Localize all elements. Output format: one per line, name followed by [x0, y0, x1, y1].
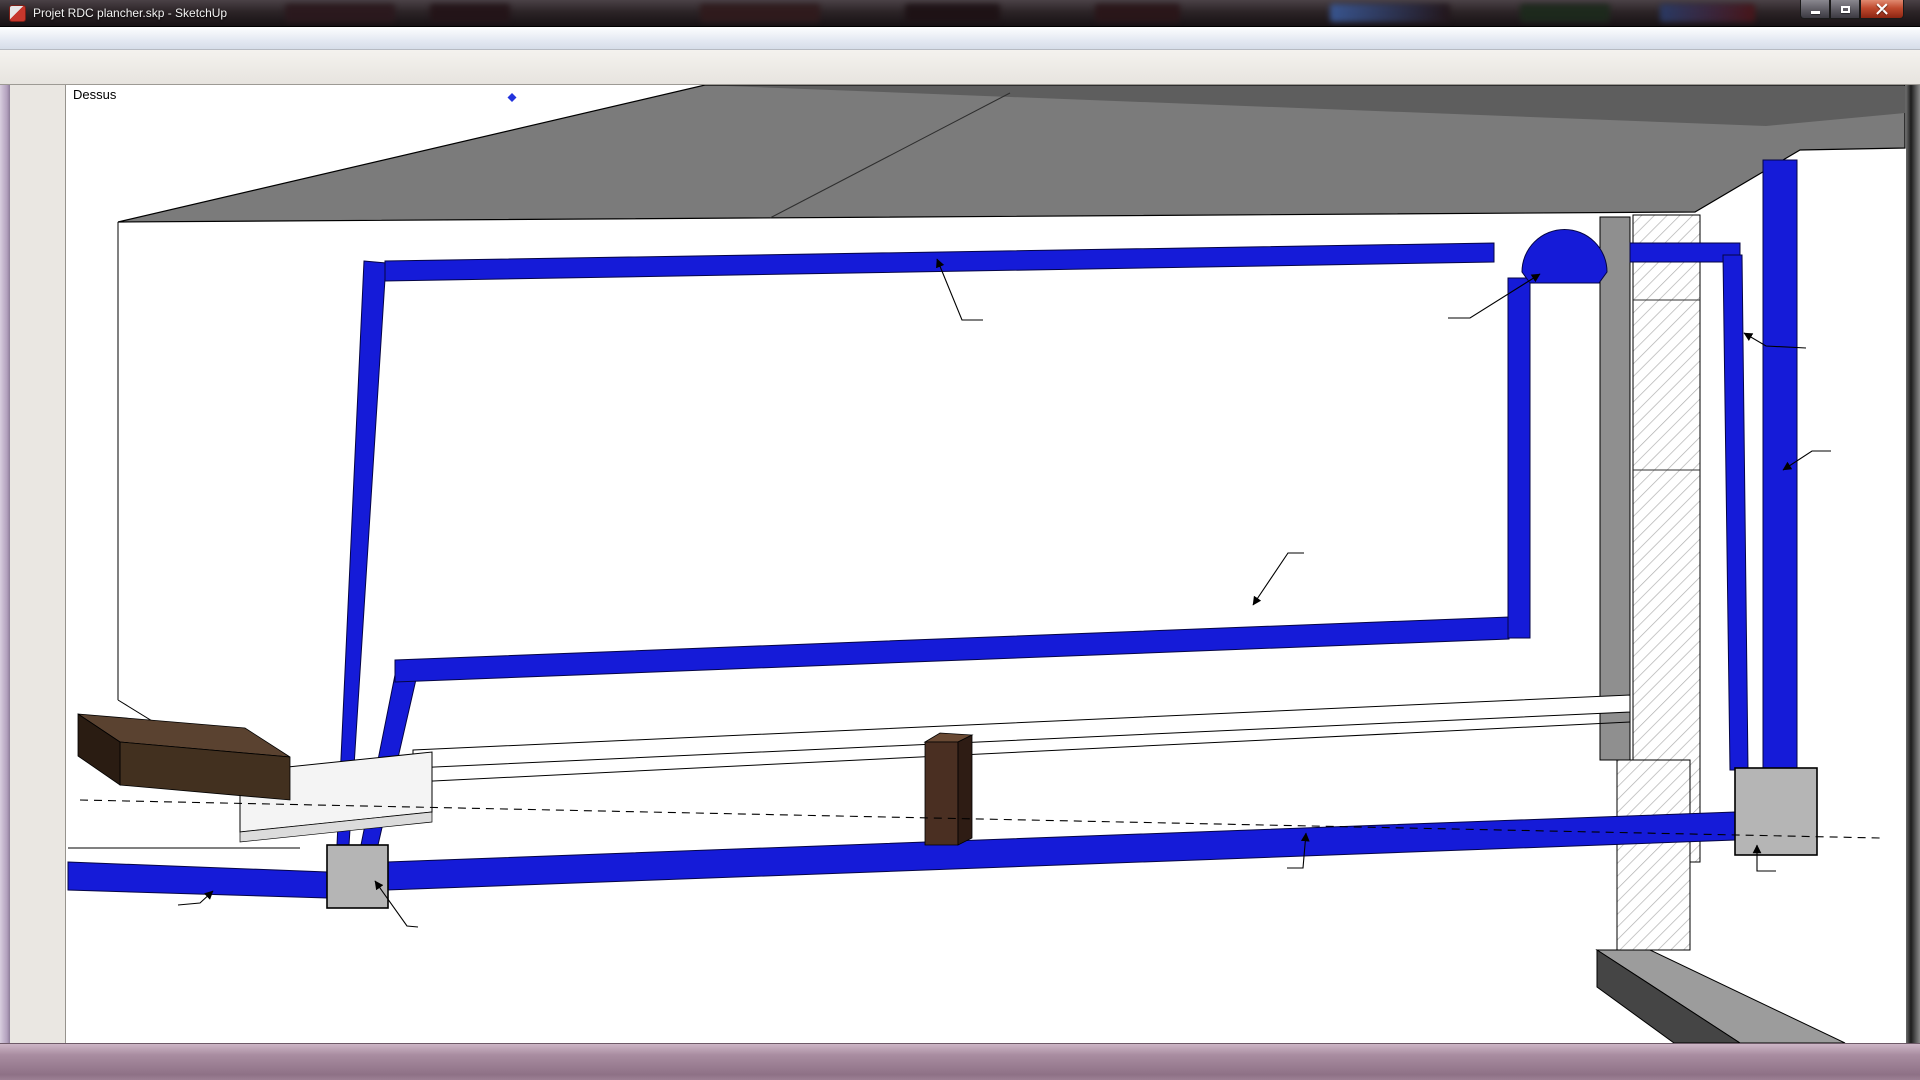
sketchup-logo-icon — [9, 5, 26, 22]
start-button[interactable] — [6, 1045, 40, 1079]
close-icon — [1876, 4, 1888, 14]
background-window-blur — [430, 4, 510, 22]
minimize-icon — [1811, 11, 1820, 14]
pipe-vers-egout — [68, 862, 327, 898]
background-window-blur — [700, 4, 820, 22]
regard-interieur-box[interactable] — [327, 845, 388, 908]
maximize-button[interactable] — [1830, 0, 1860, 19]
main-toolbar — [0, 50, 1920, 85]
window-title: Projet RDC plancher.skp - SketchUp — [33, 6, 227, 20]
taskbar — [0, 1043, 1920, 1080]
background-window-blur — [1520, 4, 1610, 22]
pipe-pvc80-vertical — [1723, 255, 1748, 770]
title-bar: Projet RDC plancher.skp - SketchUp — [0, 0, 1920, 27]
pipe-evacuation — [387, 812, 1735, 890]
maximize-icon — [1841, 6, 1850, 13]
tool-palette — [10, 85, 66, 1043]
pipe-right-vertical — [1508, 278, 1530, 638]
regard-exterieur-box[interactable] — [1735, 768, 1817, 855]
view-name-label: Dessus — [73, 87, 116, 102]
pipe-drain-2 — [395, 617, 1509, 682]
depart-source-dome — [1522, 230, 1607, 284]
minimize-button[interactable] — [1800, 0, 1830, 19]
wood-beam[interactable] — [78, 714, 290, 800]
background-window-blur — [285, 4, 395, 22]
close-button[interactable] — [1860, 0, 1904, 19]
background-window-blur — [1660, 4, 1755, 22]
canvas-right-edge — [1906, 85, 1920, 1043]
pipe-drain-3 — [1763, 160, 1797, 770]
wall-column[interactable] — [1600, 217, 1630, 760]
background-window-blur — [1095, 4, 1180, 22]
background-window-blur — [905, 4, 1000, 22]
guide-point-diamond — [508, 93, 517, 102]
menu-bar — [0, 27, 1920, 50]
pipe-drain-1 — [385, 243, 1494, 281]
model-canvas[interactable]: Dessus — [66, 85, 1920, 1043]
background-window-blur — [1330, 4, 1450, 22]
hatched-wall-lower[interactable] — [1617, 760, 1690, 950]
wood-post[interactable] — [925, 733, 972, 845]
window-edge — [0, 85, 10, 1043]
model-drawing — [66, 85, 1920, 1043]
